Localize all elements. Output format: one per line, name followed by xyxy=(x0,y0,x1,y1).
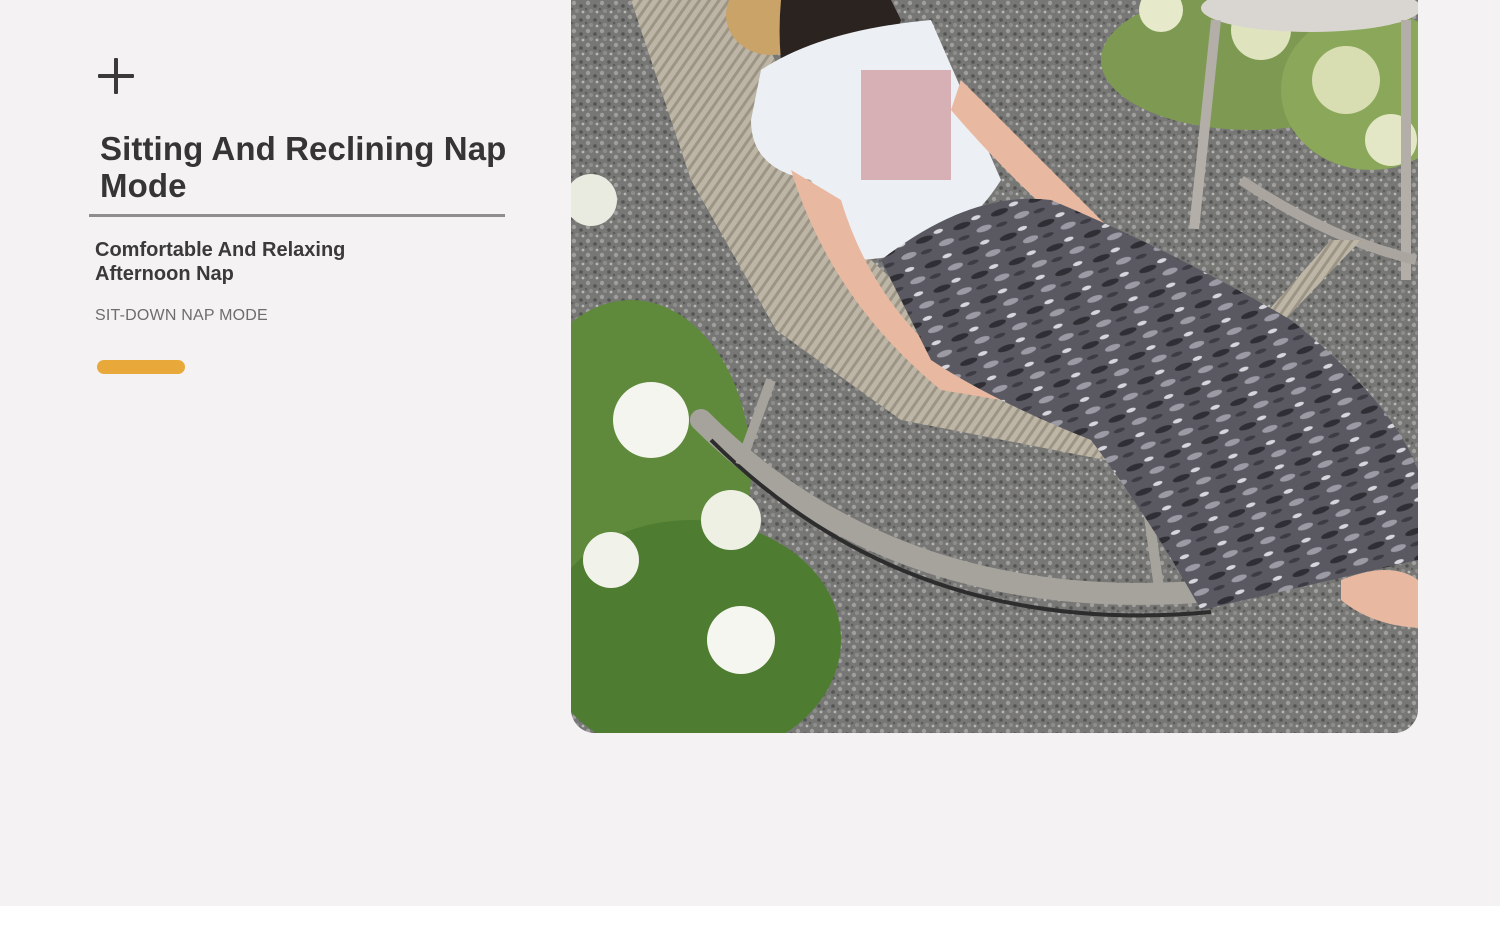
photo-illustration xyxy=(571,0,1418,733)
title-divider xyxy=(89,214,505,217)
section-subtitle: Comfortable And Relaxing Afternoon Nap xyxy=(95,239,346,285)
feature-section: Sitting And Reclining Nap Mode Comfortab… xyxy=(0,0,1500,906)
section-title: Sitting And Reclining Nap Mode xyxy=(100,130,507,204)
mode-label: SIT-DOWN NAP MODE xyxy=(95,307,268,324)
plus-icon xyxy=(98,58,134,94)
product-photo xyxy=(571,0,1418,733)
accent-bar xyxy=(97,360,185,374)
